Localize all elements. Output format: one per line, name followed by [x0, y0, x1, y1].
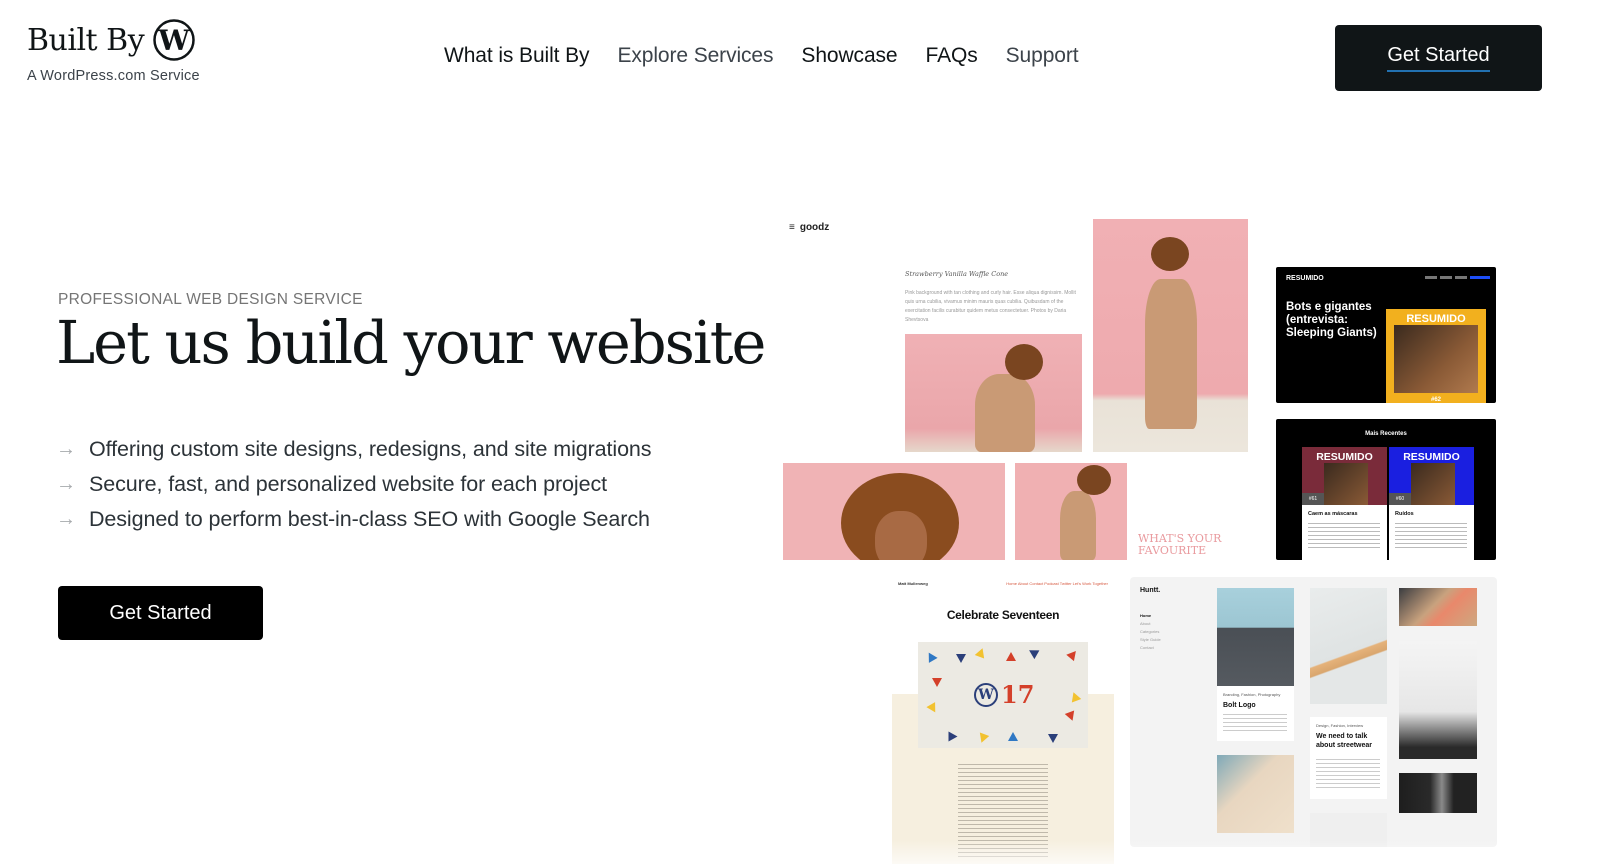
header-get-started-button[interactable]: Get Started: [1335, 25, 1542, 91]
huntt-image-tshirt: [1399, 641, 1477, 759]
huntt-menu-item: Contact: [1140, 645, 1154, 650]
blog-hero-image: W 17: [918, 642, 1088, 748]
huntt-menu-item: Categories: [1140, 629, 1160, 634]
blog-brand: Matt Mullenweg: [898, 581, 928, 586]
goodz-caption-title: Strawberry Vanilla Waffle Cone: [905, 270, 1009, 278]
feature-text: Designed to perform best-in-class SEO wi…: [89, 507, 650, 531]
resumido-cover-number: #62: [1430, 397, 1441, 403]
feature-text: Secure, fast, and personalized website f…: [89, 472, 607, 496]
showcase-resumido-episode: RESUMIDO Bots e gigantes (entrevista: Sl…: [1276, 267, 1496, 403]
huntt-menu-item: Home: [1140, 613, 1152, 618]
goodz-photo-dancing: [1015, 463, 1127, 560]
episode-label: RESUMIDO: [1316, 451, 1373, 463]
feature-list: → Offering custom site designs, redesign…: [56, 432, 652, 537]
episode-number: #60: [1389, 493, 1411, 505]
wordpress-logo-icon: W: [153, 19, 195, 61]
huntt-image-dark: [1399, 773, 1477, 813]
resumido-cover: RESUMIDO #62: [1386, 309, 1486, 403]
huntt-card-category: Design, Fashion, Interview: [1316, 723, 1364, 728]
logo-text: Built By: [27, 22, 145, 58]
huntt-menu: Home About Categories Style Guide Contac…: [1140, 612, 1161, 652]
huntt-card-title: Bolt Logo: [1223, 702, 1256, 709]
huntt-image-sweater: [1217, 588, 1294, 686]
blog-title: Celebrate Seventeen: [946, 608, 1060, 622]
feature-item: → Offering custom site designs, redesign…: [56, 432, 652, 467]
huntt-card-title: We need to talk about streetwear: [1316, 733, 1373, 749]
nav-what-is-built-by[interactable]: What is Built By: [444, 44, 590, 68]
nav-faqs[interactable]: FAQs: [926, 44, 978, 68]
feature-item: → Secure, fast, and personalized website…: [56, 467, 651, 502]
showcase-resumido-recent: Mais Recentes RESUMIDO #61 Caem as másca…: [1276, 419, 1496, 560]
huntt-menu-item: About: [1140, 621, 1151, 626]
showcase-goodz: ≡ goodz Strawberry Vanilla Waffle Cone P…: [775, 205, 1260, 560]
huntt-brand: Huntt.: [1140, 587, 1161, 594]
goodz-caption-body: Pink background with tan clothing and cu…: [905, 290, 1076, 323]
header-get-started-label: Get Started: [1387, 44, 1490, 72]
nav-support[interactable]: Support: [1006, 44, 1079, 68]
episode-title: Ruídos: [1395, 511, 1414, 517]
showcase-collage: ≡ goodz Strawberry Vanilla Waffle Cone P…: [775, 205, 1515, 864]
arrow-right-icon: →: [56, 473, 76, 495]
episode-number: #61: [1302, 493, 1324, 505]
episode-card: RESUMIDO #61 Caem as máscaras: [1302, 447, 1387, 560]
huntt-image-desk: [1217, 755, 1294, 833]
episode-label: RESUMIDO: [1403, 451, 1460, 463]
goodz-photo-closeup: [783, 463, 1005, 560]
site-logo[interactable]: Built By W A WordPress.com Service: [27, 18, 200, 84]
goodz-photo-standing: [1093, 219, 1248, 452]
hero-title: Let us build your website: [56, 308, 766, 377]
goodz-quote: WHAT'S YOUR FAVOURITE: [1138, 532, 1222, 557]
huntt-image-railing: [1310, 588, 1387, 704]
hero-get-started-button[interactable]: Get Started: [58, 586, 263, 640]
episode-title: Caem as máscaras: [1308, 511, 1358, 517]
svg-text:W: W: [157, 24, 190, 57]
huntt-image-boxes: [1399, 588, 1477, 626]
goodz-brand: goodz: [799, 222, 830, 233]
hero-eyebrow: PROFESSIONAL WEB DESIGN SERVICE: [58, 291, 363, 308]
resumido-brand: RESUMIDO: [1286, 275, 1324, 282]
logo-subtitle: A WordPress.com Service: [27, 68, 200, 84]
arrow-right-icon: →: [56, 508, 76, 530]
nav-explore-services[interactable]: Explore Services: [617, 44, 773, 68]
huntt-card-category: Branding, Fashion, Photography: [1223, 692, 1281, 697]
feature-item: → Designed to perform best-in-class SEO …: [56, 502, 651, 537]
resumido-episode-title: Bots e gigantes (entrevista: Sleeping Gi…: [1286, 301, 1377, 339]
arrow-right-icon: →: [56, 438, 76, 460]
showcase-wp-blog: Matt Mullenweg Home About Contact Podcas…: [892, 576, 1114, 864]
recent-section-title: Mais Recentes: [1365, 431, 1407, 437]
main-nav: What is Built By Explore Services Showca…: [444, 44, 1107, 68]
feature-text: Offering custom site designs, redesigns,…: [89, 437, 652, 461]
huntt-card: Branding, Fashion, Photography Bolt Logo: [1217, 686, 1294, 741]
resumido-nav: [1425, 276, 1490, 279]
blog-nav: Home About Contact Podcast Twitter Let's…: [1006, 581, 1108, 586]
wordpress-logo-icon: W: [974, 682, 998, 707]
showcase-huntt: Huntt. Home About Categories Style Guide…: [1130, 577, 1497, 847]
menu-icon: ≡: [789, 222, 795, 233]
huntt-card: Design, Fashion, Interview We need to ta…: [1310, 717, 1387, 799]
anniversary-number: 17: [1001, 680, 1035, 709]
resumido-cover-label: RESUMIDO: [1406, 313, 1466, 325]
nav-showcase[interactable]: Showcase: [801, 44, 897, 68]
goodz-photo-seated: [905, 334, 1082, 452]
hero-get-started-label: Get Started: [109, 601, 212, 624]
huntt-menu-item: Style Guide: [1140, 637, 1161, 642]
episode-card: RESUMIDO #60 Ruídos: [1389, 447, 1474, 560]
